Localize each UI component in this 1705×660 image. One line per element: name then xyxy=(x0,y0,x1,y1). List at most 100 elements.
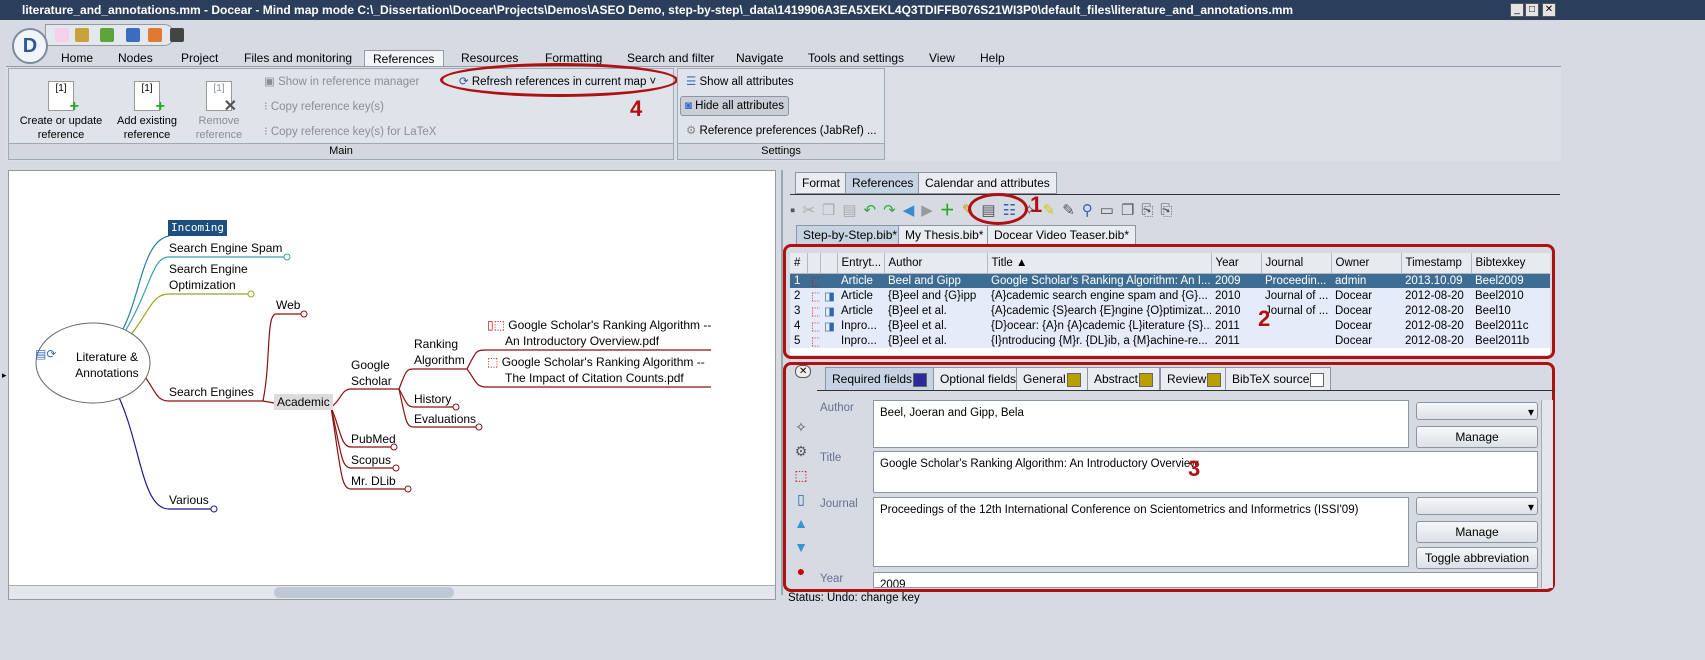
column-header[interactable]: # xyxy=(790,253,808,274)
column-header[interactable] xyxy=(807,253,821,274)
node-web[interactable]: Web xyxy=(276,297,300,313)
help-icon[interactable]: ● xyxy=(794,559,808,583)
toggle-abbreviation-button[interactable]: Toggle abbreviation xyxy=(1416,547,1538,569)
node-pdf-citation-counts[interactable]: ⬚ Google Scholar's Ranking Algorithm -- T… xyxy=(487,354,705,386)
editor-tab[interactable]: Required fields xyxy=(825,367,935,391)
close-button[interactable]: ✕ xyxy=(1542,3,1556,17)
tab-calendar-attributes[interactable]: Calendar and attributes xyxy=(918,172,1057,194)
preview-icon[interactable]: ▭ xyxy=(1100,202,1121,219)
tab-search-filter[interactable]: Search and filter xyxy=(619,50,722,67)
reference-preferences-button[interactable]: ⚙ Reference preferences (JabRef) ... xyxy=(686,122,877,140)
bib-tab-my-thesis[interactable]: My Thesis.bib* xyxy=(898,225,991,245)
node-evaluations[interactable]: Evaluations xyxy=(414,411,476,427)
add-existing-reference-button[interactable]: [1] + Add existing reference xyxy=(112,81,182,142)
maximize-button[interactable]: □ xyxy=(1525,3,1539,17)
open-folder-icon[interactable] xyxy=(100,28,114,42)
root-node[interactable]: Literature & Annotations xyxy=(72,349,142,381)
column-header[interactable]: Year xyxy=(1211,253,1262,274)
lock-icon[interactable] xyxy=(75,28,89,42)
tab-help[interactable]: Help xyxy=(972,50,1013,67)
node-scopus[interactable]: Scopus xyxy=(351,452,391,468)
undo-icon[interactable]: ↶ xyxy=(864,202,884,219)
gear-icon[interactable]: ⚙ xyxy=(794,439,808,463)
node-seo[interactable]: Search Engine Optimization xyxy=(169,261,248,293)
save-all-icon[interactable] xyxy=(170,28,184,42)
table-row[interactable]: 1⬚ ArticleBeel and GippGoogle Scholar's R… xyxy=(790,273,1550,288)
redo-icon[interactable]: ↷ xyxy=(883,202,903,219)
journal-field[interactable]: Proceedings of the 12th International Co… xyxy=(873,497,1409,567)
export-icon[interactable]: ⎘ xyxy=(1160,202,1179,219)
column-header[interactable]: Title ▲ xyxy=(987,253,1212,274)
node-ranking-algorithm[interactable]: Ranking Algorithm xyxy=(414,336,465,368)
node-incoming[interactable]: Incoming xyxy=(168,220,227,236)
tab-view[interactable]: View xyxy=(921,50,963,67)
editor-tab[interactable]: BibTeX source xyxy=(1225,367,1332,391)
window-icon[interactable]: ❐ xyxy=(1121,202,1141,219)
journal-manage-button[interactable]: Manage xyxy=(1416,521,1538,543)
show-all-attributes-button[interactable]: ☰ Show all attributes xyxy=(686,73,793,91)
tab-navigate[interactable]: Navigate xyxy=(728,50,791,67)
column-header[interactable]: Author xyxy=(884,253,988,274)
author-dropdown[interactable]: ▾ xyxy=(1416,402,1538,420)
journal-dropdown[interactable]: ▾ xyxy=(1416,497,1538,515)
show-in-reference-manager-button[interactable]: ▣ Show in reference manager xyxy=(264,73,419,91)
author-field[interactable]: Beel, Joeran and Gipp, Bela xyxy=(873,400,1409,448)
cut-icon[interactable]: ✂ xyxy=(802,202,822,219)
column-header[interactable]: Bibtexkey xyxy=(1471,253,1550,274)
close-editor-button[interactable]: ✕ xyxy=(795,365,812,378)
bib-tab-video-teaser[interactable]: Docear Video Teaser.bib* xyxy=(987,225,1136,245)
magic-wand-icon[interactable]: ✧ xyxy=(794,415,808,439)
tab-project[interactable]: Project xyxy=(173,50,226,67)
docear-logo[interactable]: D xyxy=(12,28,48,64)
node-search-engines[interactable]: Search Engines xyxy=(169,384,254,400)
tab-references[interactable]: References xyxy=(364,50,444,67)
table-row[interactable]: 4 ⬚ ◨ Inpro... {B}eel et al. {D}ocear: {A}n {… xyxy=(790,318,1550,333)
node-academic[interactable]: Academic xyxy=(274,394,333,410)
save-as-icon[interactable] xyxy=(148,28,162,42)
forward-icon[interactable]: ▶ xyxy=(921,202,940,219)
node-pubmed[interactable]: PubMed xyxy=(351,431,396,447)
tab-references-panel[interactable]: References xyxy=(845,172,921,194)
eraser-icon[interactable]: ✎ xyxy=(1062,202,1082,219)
paste-icon[interactable]: ▤ xyxy=(842,202,863,219)
horizontal-scrollbar[interactable] xyxy=(9,585,775,599)
tab-format[interactable]: Format xyxy=(795,172,848,194)
down-arrow-icon[interactable]: ▼ xyxy=(794,535,808,559)
node-google-scholar[interactable]: Google Scholar xyxy=(351,357,392,389)
editor-tab[interactable]: Abstract xyxy=(1087,367,1161,391)
mind-map-canvas[interactable]: ▤⟳ Literature & Annotations Incoming Sea… xyxy=(8,170,776,600)
year-field[interactable]: 2009 xyxy=(873,572,1538,588)
node-search-engine-spam[interactable]: Search Engine Spam xyxy=(169,240,282,256)
tab-files-monitoring[interactable]: Files and monitoring xyxy=(236,50,360,67)
author-manage-button[interactable]: Manage xyxy=(1416,426,1538,448)
back-icon[interactable]: ◀ xyxy=(903,202,922,219)
search-icon[interactable]: ⚲ xyxy=(1082,202,1100,219)
column-header[interactable] xyxy=(820,253,838,274)
column-header[interactable]: Timestamp xyxy=(1401,253,1472,274)
editor-tab[interactable]: Review xyxy=(1160,367,1229,391)
create-reference-button[interactable]: [1] + Create or update reference xyxy=(13,81,109,142)
up-arrow-icon[interactable]: ▲ xyxy=(794,511,808,535)
editor-scrollbar[interactable] xyxy=(1541,400,1553,588)
pdf-icon[interactable]: ⬚ xyxy=(794,463,808,487)
clipboard-icon[interactable]: ▯ xyxy=(794,487,808,511)
collapse-left-handle[interactable]: ▸ xyxy=(2,370,7,381)
column-header[interactable]: Entryt... xyxy=(837,253,885,274)
node-pdf-intro-overview[interactable]: ▯⬚ Google Scholar's Ranking Algorithm --… xyxy=(487,317,711,349)
table-row[interactable]: 2 ⬚ ◨ Article {B}eel and {G}ipp {A}cademic se… xyxy=(790,288,1550,303)
add-entry-icon[interactable]: ＋ xyxy=(940,202,962,219)
node-various[interactable]: Various xyxy=(169,492,209,508)
copy-reference-keys-button[interactable]: ⁝ Copy reference key(s) xyxy=(264,98,384,116)
tab-home[interactable]: Home xyxy=(53,50,101,67)
column-header[interactable]: Owner xyxy=(1331,253,1402,274)
title-field[interactable]: Google Scholar's Ranking Algorithm: An I… xyxy=(873,451,1538,493)
remove-reference-button[interactable]: [1] ✕ Remove reference xyxy=(189,81,249,142)
import-icon[interactable]: ⎘ xyxy=(1141,202,1160,219)
highlighter-icon[interactable]: ✎ xyxy=(1043,202,1063,219)
copy-icon[interactable]: ❐ xyxy=(822,202,842,219)
node-mr-dlib[interactable]: Mr. DLib xyxy=(351,473,396,489)
save-icon[interactable]: ▪ xyxy=(790,202,802,219)
bib-tab-step-by-step[interactable]: Step-by-Step.bib* xyxy=(796,225,905,245)
editor-tab[interactable]: General xyxy=(1016,367,1088,391)
new-file-icon[interactable] xyxy=(55,28,69,42)
